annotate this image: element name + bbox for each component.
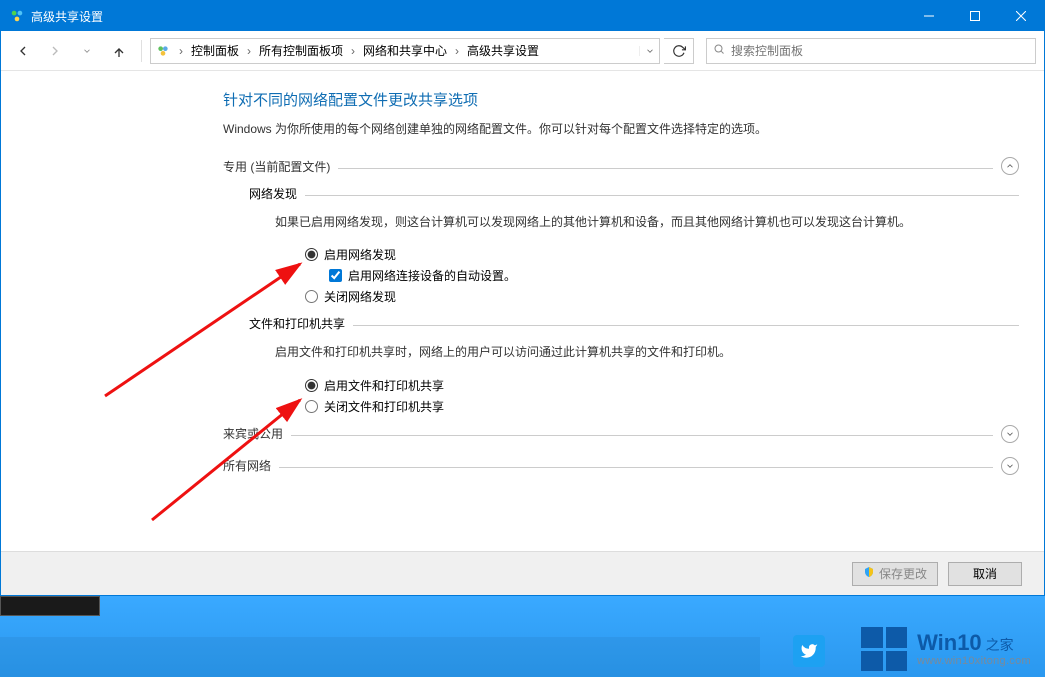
profile-guest-header[interactable]: 来宾或公用 <box>223 425 1019 443</box>
watermark-suffix: 之家 <box>986 637 1014 653</box>
profile-all: 所有网络 <box>223 457 1019 475</box>
radio-input[interactable] <box>305 248 318 261</box>
close-button[interactable] <box>998 1 1044 31</box>
search-box[interactable] <box>706 38 1036 64</box>
radio-disable-discovery[interactable]: 关闭网络发现 <box>305 288 1019 305</box>
save-button[interactable]: 保存更改 <box>852 562 938 586</box>
back-button[interactable] <box>9 37 37 65</box>
radio-input[interactable] <box>305 400 318 413</box>
collapse-down-icon[interactable] <box>1001 425 1019 443</box>
twitter-icon <box>793 635 825 667</box>
file-printer-section: 文件和打印机共享 启用文件和打印机共享时，网络上的用户可以访问通过此计算机共享的… <box>249 315 1019 414</box>
crumb-3[interactable]: 高级共享设置 <box>463 39 543 63</box>
shield-icon <box>863 566 875 581</box>
checkbox-input[interactable] <box>329 269 342 282</box>
search-input[interactable] <box>731 44 1029 58</box>
address-dropdown[interactable] <box>639 46 659 56</box>
recent-dropdown[interactable] <box>73 37 101 65</box>
radio-input[interactable] <box>305 379 318 392</box>
profile-all-label: 所有网络 <box>223 457 271 474</box>
address-icon <box>151 44 175 58</box>
up-button[interactable] <box>105 37 133 65</box>
radio-input[interactable] <box>305 290 318 303</box>
profile-guest: 来宾或公用 <box>223 425 1019 443</box>
navbar: › 控制面板 › 所有控制面板项 › 网络和共享中心 › 高级共享设置 <box>1 31 1044 71</box>
profile-private-header[interactable]: 专用 (当前配置文件) <box>223 157 1019 175</box>
app-icon <box>9 8 25 24</box>
profile-private: 专用 (当前配置文件) 网络发现 如果已启用网络发现，则这台计算机可以发现网络上… <box>223 157 1019 415</box>
titlebar: 高级共享设置 <box>1 1 1044 31</box>
cancel-button[interactable]: 取消 <box>948 562 1022 586</box>
cancel-button-label: 取消 <box>973 565 997 582</box>
search-icon <box>713 43 725 58</box>
radio-enable-file-printer[interactable]: 启用文件和打印机共享 <box>305 377 1019 394</box>
address-bar[interactable]: › 控制面板 › 所有控制面板项 › 网络和共享中心 › 高级共享设置 <box>150 38 660 64</box>
breadcrumb: › 控制面板 › 所有控制面板项 › 网络和共享中心 › 高级共享设置 <box>175 39 639 63</box>
network-discovery-section: 网络发现 如果已启用网络发现，则这台计算机可以发现网络上的其他计算机和设备，而且… <box>249 185 1019 305</box>
watermark-url: www.win10xitong.com <box>917 655 1031 667</box>
radio-enable-discovery[interactable]: 启用网络发现 <box>305 246 1019 263</box>
maximize-button[interactable] <box>952 1 998 31</box>
watermark-brand: Win10 <box>917 630 982 655</box>
taskbar: Win10之家 www.win10xitong.com <box>0 596 1045 677</box>
crumb-0[interactable]: 控制面板 <box>187 39 243 63</box>
chevron-right-icon: › <box>177 44 185 58</box>
footer: 保存更改 取消 <box>1 551 1044 595</box>
network-discovery-heading: 网络发现 <box>249 185 297 202</box>
collapse-up-icon[interactable] <box>1001 157 1019 175</box>
profile-guest-label: 来宾或公用 <box>223 425 283 442</box>
chevron-right-icon: › <box>245 44 253 58</box>
page-description: Windows 为你所使用的每个网络创建单独的网络配置文件。你可以针对每个配置文… <box>223 120 1019 137</box>
window: 高级共享设置 › 控制面板 › 所有控制面板项 › 网络和共享中心 › <box>0 0 1045 596</box>
forward-button[interactable] <box>41 37 69 65</box>
collapse-down-icon[interactable] <box>1001 457 1019 475</box>
checkbox-auto-setup[interactable]: 启用网络连接设备的自动设置。 <box>329 267 1019 284</box>
file-printer-desc: 启用文件和打印机共享时，网络上的用户可以访问通过此计算机共享的文件和打印机。 <box>275 342 1019 362</box>
crumb-1[interactable]: 所有控制面板项 <box>255 39 347 63</box>
profile-private-label: 专用 (当前配置文件) <box>223 158 330 175</box>
content-area: 针对不同的网络配置文件更改共享选项 Windows 为你所使用的每个网络创建单独… <box>1 71 1044 551</box>
taskbar-thumb <box>0 596 100 616</box>
chevron-right-icon: › <box>453 44 461 58</box>
profile-all-header[interactable]: 所有网络 <box>223 457 1019 475</box>
radio-disable-file-printer[interactable]: 关闭文件和打印机共享 <box>305 398 1019 415</box>
page-title: 针对不同的网络配置文件更改共享选项 <box>223 89 1019 110</box>
save-button-label: 保存更改 <box>879 565 927 582</box>
refresh-button[interactable] <box>664 38 694 64</box>
chevron-right-icon: › <box>349 44 357 58</box>
watermark: Win10之家 www.win10xitong.com <box>861 627 1031 671</box>
minimize-button[interactable] <box>906 1 952 31</box>
file-printer-heading: 文件和打印机共享 <box>249 315 345 332</box>
crumb-2[interactable]: 网络和共享中心 <box>359 39 451 63</box>
network-discovery-desc: 如果已启用网络发现，则这台计算机可以发现网络上的其他计算机和设备，而且其他网络计… <box>275 212 1019 232</box>
windows-logo-icon <box>861 627 907 671</box>
window-title: 高级共享设置 <box>31 8 103 25</box>
